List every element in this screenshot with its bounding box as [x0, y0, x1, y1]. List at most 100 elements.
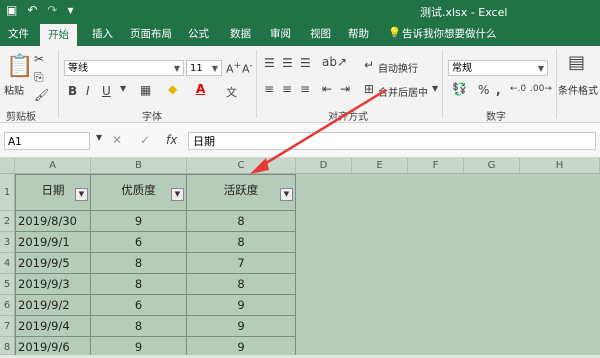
underline-button[interactable]: U — [102, 84, 111, 98]
tell-me-search[interactable]: 告诉我你想要做什么 — [402, 26, 497, 41]
worksheet-grid[interactable]: A B C D E F G H 1 2 3 4 5 6 7 8 日期 ▼ 优质度… — [0, 158, 600, 355]
save-icon[interactable]: ▣ — [6, 3, 17, 17]
row-header-5[interactable]: 5 — [0, 274, 15, 295]
select-all-corner[interactable] — [0, 158, 15, 174]
table-cell[interactable]: 6 — [91, 232, 187, 253]
formula-input[interactable]: 日期 — [188, 132, 596, 150]
header-cell-date[interactable]: 日期 ▼ — [15, 174, 91, 211]
column-header-h[interactable]: H — [520, 158, 600, 174]
row-header-6[interactable]: 6 — [0, 295, 15, 316]
column-header-c[interactable]: C — [187, 158, 296, 174]
format-painter-icon[interactable]: 🖌 — [34, 88, 49, 102]
column-header-g[interactable]: G — [464, 158, 520, 174]
customize-qat-icon[interactable]: ▾ — [67, 3, 73, 17]
fill-color-icon[interactable]: ◆ — [168, 82, 177, 96]
cancel-icon[interactable]: ✕ — [112, 133, 122, 147]
filter-dropdown-icon[interactable]: ▼ — [171, 188, 184, 201]
table-cell[interactable]: 2019/9/2 — [15, 295, 91, 316]
table-cell[interactable]: 2019/9/4 — [15, 316, 91, 337]
column-header-e[interactable]: E — [352, 158, 408, 174]
table-cell[interactable]: 8 — [187, 232, 296, 253]
dropdown-arrow-icon[interactable]: ▼ — [120, 84, 126, 93]
column-header-f[interactable]: F — [408, 158, 464, 174]
row-header-1[interactable]: 1 — [0, 174, 15, 211]
table-cell[interactable]: 8 — [187, 274, 296, 295]
copy-icon[interactable]: ⎘ — [34, 70, 44, 85]
column-header-d[interactable]: D — [296, 158, 352, 174]
tab-data[interactable]: 数据 — [230, 26, 251, 41]
row-header-2[interactable]: 2 — [0, 211, 15, 232]
tab-page-layout[interactable]: 页面布局 — [130, 26, 172, 41]
currency-icon[interactable]: 💱 — [452, 82, 467, 96]
table-cell[interactable]: 8 — [187, 211, 296, 232]
undo-icon[interactable]: ↶ — [27, 3, 37, 17]
increase-indent-icon[interactable]: ⇥ — [340, 82, 350, 96]
tab-home[interactable]: 开始 — [40, 24, 77, 46]
row-header-7[interactable]: 7 — [0, 316, 15, 337]
chevron-down-icon[interactable]: ▼ — [432, 84, 438, 93]
cut-icon[interactable]: ✂ — [34, 52, 44, 66]
table-cell[interactable]: 2019/9/3 — [15, 274, 91, 295]
number-format-select[interactable]: 常规 ▼ — [448, 60, 548, 76]
phonetic-icon[interactable]: 文 — [226, 84, 237, 100]
italic-button[interactable]: I — [86, 84, 90, 98]
conditional-format-button[interactable]: 条件格式 — [558, 82, 600, 97]
row-header-3[interactable]: 3 — [0, 232, 15, 253]
borders-icon[interactable]: ▦ — [140, 83, 151, 97]
row-header-8[interactable]: 8 — [0, 337, 15, 355]
column-header-a[interactable]: A — [15, 158, 91, 174]
column-header-b[interactable]: B — [91, 158, 187, 174]
insert-function-icon[interactable]: fx — [166, 133, 177, 147]
align-right-icon[interactable]: ≡ — [300, 82, 310, 96]
tab-view[interactable]: 视图 — [310, 26, 331, 41]
decrease-decimal-icon[interactable]: .00→ — [530, 84, 552, 94]
table-cell[interactable]: 9 — [187, 316, 296, 337]
redo-icon[interactable]: ↷ — [47, 3, 57, 17]
font-color-button[interactable]: A — [196, 82, 205, 96]
row-header-4[interactable]: 4 — [0, 253, 15, 274]
tab-review[interactable]: 审阅 — [270, 26, 291, 41]
header-cell-activity[interactable]: 活跃度 ▼ — [187, 174, 296, 211]
table-cell[interactable]: 2019/9/5 — [15, 253, 91, 274]
table-cell[interactable]: 8 — [91, 316, 187, 337]
paste-icon[interactable]: 📋 — [6, 54, 33, 79]
tab-help[interactable]: 帮助 — [348, 26, 369, 41]
table-cell[interactable]: 7 — [187, 253, 296, 274]
table-cell[interactable]: 9 — [187, 337, 296, 355]
increase-decimal-icon[interactable]: ←.0 — [510, 84, 526, 94]
align-left-icon[interactable]: ≡ — [264, 82, 274, 96]
table-cell[interactable]: 2019/9/6 — [15, 337, 91, 355]
name-box-dropdown-icon[interactable]: ▼ — [96, 133, 102, 142]
table-cell[interactable]: 2019/8/30 — [15, 211, 91, 232]
merge-center-button[interactable]: 合并后居中 — [378, 84, 428, 99]
align-center-icon[interactable]: ≡ — [282, 82, 292, 96]
conditional-format-icon[interactable]: ▤ — [568, 52, 585, 73]
confirm-icon[interactable]: ✓ — [140, 133, 150, 147]
align-top-icon[interactable]: ☰ — [264, 56, 275, 70]
align-bottom-icon[interactable]: ☰ — [300, 56, 311, 70]
name-box[interactable]: A1 — [4, 132, 90, 150]
table-cell[interactable]: 6 — [91, 295, 187, 316]
tab-formulas[interactable]: 公式 — [188, 26, 209, 41]
comma-style-button[interactable]: , — [496, 83, 501, 97]
filter-dropdown-icon[interactable]: ▼ — [280, 188, 293, 201]
wrap-text-button[interactable]: 自动换行 — [378, 60, 418, 75]
table-cell[interactable]: 9 — [187, 295, 296, 316]
orientation-icon[interactable]: ab↗ — [322, 55, 347, 69]
header-cell-quality[interactable]: 优质度 ▼ — [91, 174, 187, 211]
bold-button[interactable]: B — [68, 84, 77, 98]
table-cell[interactable]: 8 — [91, 253, 187, 274]
paste-button[interactable]: 粘贴 — [4, 82, 24, 97]
table-cell[interactable]: 2019/9/1 — [15, 232, 91, 253]
filter-dropdown-icon[interactable]: ▼ — [75, 188, 88, 201]
decrease-indent-icon[interactable]: ⇤ — [322, 82, 332, 96]
tab-insert[interactable]: 插入 — [92, 26, 113, 41]
table-cell[interactable]: 8 — [91, 274, 187, 295]
table-cell[interactable]: 9 — [91, 337, 187, 355]
table-cell[interactable]: 9 — [91, 211, 187, 232]
shrink-font-icon[interactable]: A- — [242, 60, 253, 76]
align-middle-icon[interactable]: ☰ — [282, 56, 293, 70]
font-name-select[interactable]: 等线 ▼ — [64, 60, 184, 76]
tab-file[interactable]: 文件 — [8, 26, 29, 41]
percent-button[interactable]: % — [478, 83, 489, 97]
